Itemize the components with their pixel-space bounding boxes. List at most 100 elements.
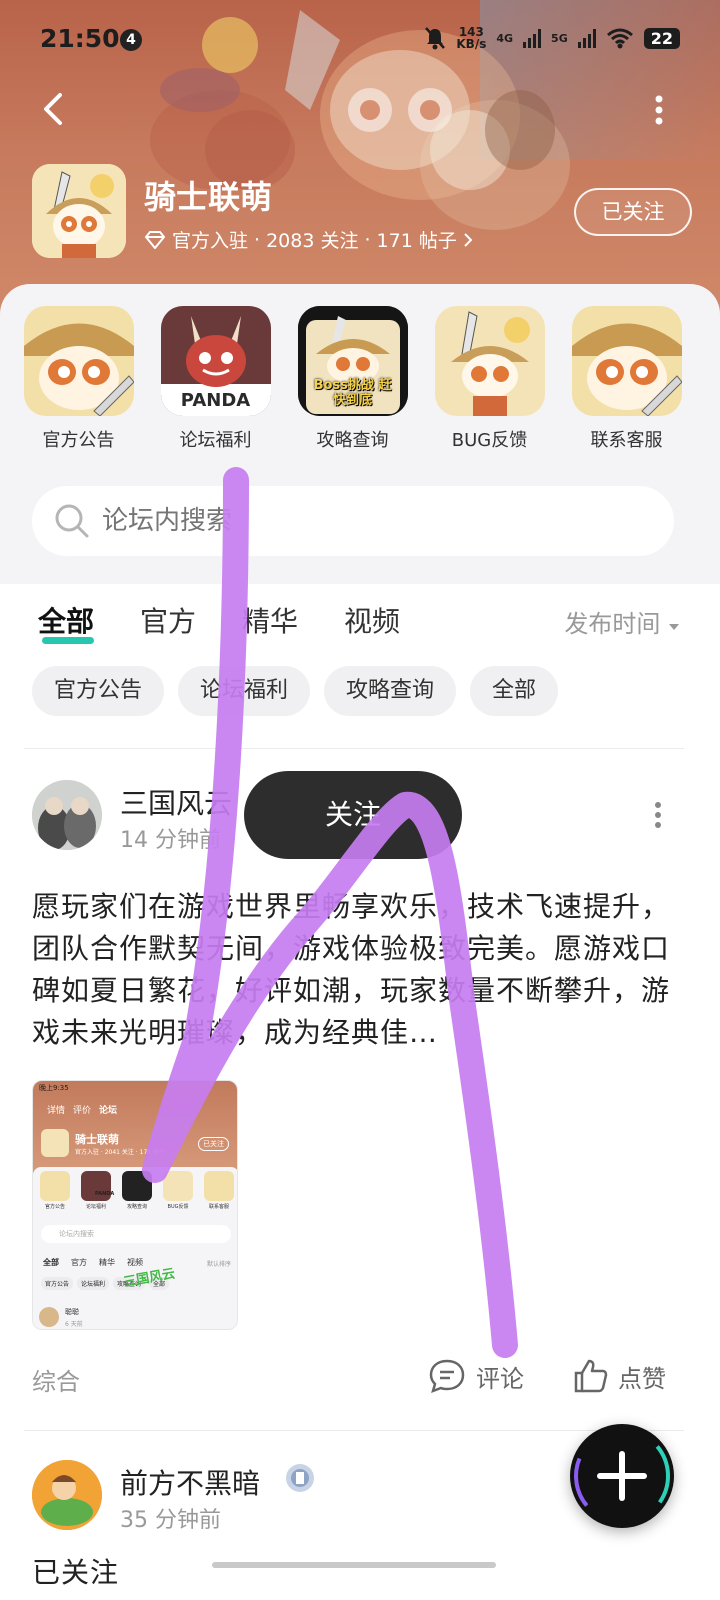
thumb-forum-name: 骑士联萌 bbox=[75, 1133, 119, 1146]
user-badge-icon bbox=[286, 1464, 314, 1492]
network-type-4g: 4G bbox=[496, 31, 514, 45]
divider bbox=[24, 748, 684, 749]
thumb-user: 聪聪 bbox=[65, 1308, 79, 1316]
post-more-icon[interactable] bbox=[654, 802, 662, 828]
chip-guide[interactable]: 攻略查询 bbox=[324, 666, 457, 716]
thumb-search: 论坛内搜索 bbox=[41, 1225, 231, 1243]
thumb-main-tab: 官方 bbox=[71, 1258, 87, 1267]
verified-label: 官方入驻 bbox=[172, 230, 249, 252]
shortcut-label: 攻略查询 bbox=[316, 430, 389, 451]
back-icon[interactable] bbox=[36, 92, 70, 126]
thumb-follow: 已关注 bbox=[198, 1137, 229, 1151]
welfare-icon: PANDA bbox=[160, 306, 271, 416]
shortcut-row: 官方公告 PANDA 论坛福利 Boss挑战 赶快到底 攻略查询 BUG反馈 联… bbox=[0, 306, 720, 456]
shortcut-label: BUG反馈 bbox=[451, 430, 528, 451]
thumb-status-time: 晚上9:35 bbox=[39, 1084, 69, 1092]
search-icon bbox=[55, 504, 89, 538]
avatar-image bbox=[32, 1460, 102, 1530]
thumb-shortcut-label: 官方公告 bbox=[44, 1204, 65, 1210]
network-speed: 143 KB/s bbox=[456, 26, 486, 50]
like-label: 点赞 bbox=[618, 1364, 666, 1393]
forum-logo bbox=[32, 164, 126, 258]
avatar[interactable] bbox=[32, 780, 102, 850]
post-category-tag[interactable]: 综合 bbox=[32, 1362, 80, 1397]
thumb-shortcut-label: BUG反馈 bbox=[167, 1204, 189, 1210]
post-body[interactable]: 愿玩家们在游戏世界里畅享欢乐，技术飞速提升，团队合作默契无间，游戏体验极致完美。… bbox=[32, 886, 672, 1054]
avatar[interactable] bbox=[32, 1460, 102, 1530]
like-button[interactable]: 点赞 bbox=[572, 1358, 666, 1394]
shortcut-announcement[interactable]: 官方公告 bbox=[10, 306, 147, 456]
active-tab-indicator bbox=[42, 637, 94, 644]
sort-label: 发布时间 bbox=[564, 610, 661, 638]
comment-button[interactable]: 评论 bbox=[428, 1358, 524, 1394]
customer-service-icon bbox=[571, 306, 682, 416]
meta-separator: · bbox=[254, 228, 261, 251]
category-chips: 官方公告 论坛福利 攻略查询 全部 bbox=[32, 666, 559, 716]
forum-title: 骑士联萌 bbox=[144, 178, 273, 216]
thumb-tab: 评价 bbox=[73, 1106, 92, 1116]
forum-search-box[interactable] bbox=[32, 486, 674, 556]
chip-announcement[interactable]: 官方公告 bbox=[32, 666, 165, 716]
thumb-shortcut-label: 联系客服 bbox=[208, 1204, 229, 1210]
thumb-tab: 详情 bbox=[47, 1106, 66, 1116]
chip-all[interactable]: 全部 bbox=[470, 666, 559, 716]
signal-icon bbox=[523, 28, 542, 48]
thumb-main-tabs: 全部 官方 精华 视频 bbox=[43, 1257, 143, 1268]
wifi-icon bbox=[606, 28, 633, 49]
more-options-icon[interactable] bbox=[654, 95, 664, 125]
search-input[interactable] bbox=[102, 486, 662, 556]
status-icons: 143 KB/s 4G 5G 22 bbox=[424, 26, 680, 50]
thumb-chip: 论坛福利 bbox=[77, 1277, 110, 1290]
battery-indicator: 22 bbox=[643, 27, 680, 49]
shortcut-label: 论坛福利 bbox=[179, 430, 252, 451]
speed-unit: KB/s bbox=[456, 37, 487, 51]
status-time: 21:50 bbox=[40, 24, 120, 53]
comment-icon bbox=[429, 1359, 465, 1394]
thumb-tab: 论坛 bbox=[99, 1106, 118, 1116]
home-indicator[interactable] bbox=[212, 1562, 496, 1568]
forum-header: 骑士联萌 官方入驻 · 2083 关注 · 171 帖子 已关注 bbox=[32, 164, 692, 260]
bug-feedback-icon bbox=[434, 306, 545, 416]
shortcut-customer-service[interactable]: 联系客服 bbox=[558, 306, 695, 456]
mute-icon bbox=[425, 27, 446, 50]
post-author[interactable]: 前方不黑暗 bbox=[120, 1462, 260, 1502]
plus-icon bbox=[574, 1428, 670, 1524]
network-type-5g: 5G bbox=[551, 31, 568, 45]
tab-official[interactable]: 官方 bbox=[140, 600, 196, 640]
post-author[interactable]: 三国风云 bbox=[120, 782, 232, 822]
tab-video[interactable]: 视频 bbox=[344, 600, 400, 640]
post-image[interactable]: 晚上9:35 详情 评价 论坛 骑士联萌 官方入驻 · 2041 关注 · 17… bbox=[32, 1080, 238, 1330]
shortcut-bug-feedback[interactable]: BUG反馈 bbox=[421, 306, 558, 456]
create-post-button[interactable] bbox=[570, 1424, 674, 1528]
thumb-shortcut-label: 攻略查询 bbox=[126, 1204, 147, 1210]
status-bar: 21:50 4 143 KB/s 4G 5G 22 bbox=[0, 0, 720, 80]
sort-dropdown[interactable]: 发布时间 bbox=[564, 604, 680, 639]
thumbs-up-icon bbox=[574, 1359, 608, 1393]
post-body[interactable]: 已关注 bbox=[32, 1552, 672, 1600]
follower-count: 2083 关注 bbox=[266, 230, 359, 252]
caret-down-icon bbox=[669, 624, 679, 630]
follow-toast-button[interactable]: 关注 bbox=[244, 771, 462, 859]
tab-featured[interactable]: 精华 bbox=[242, 600, 298, 640]
shortcut-welfare[interactable]: PANDA 论坛福利 bbox=[147, 306, 284, 456]
shortcut-guide[interactable]: Boss挑战 赶快到底 攻略查询 bbox=[284, 306, 421, 456]
chevron-right-icon bbox=[464, 232, 473, 247]
following-button[interactable]: 已关注 bbox=[574, 188, 692, 236]
thumb-shortcut-label: 论坛福利 bbox=[85, 1204, 106, 1210]
avatar-image bbox=[32, 780, 102, 850]
thumb-chip: 官方公告 bbox=[41, 1277, 74, 1290]
tab-all[interactable]: 全部 bbox=[38, 600, 94, 640]
forum-avatar[interactable] bbox=[32, 164, 126, 258]
post-time: 35 分钟前 bbox=[120, 1508, 221, 1533]
thumb-main-tab: 精华 bbox=[99, 1258, 115, 1267]
thumb-main-tab: 视频 bbox=[127, 1258, 143, 1267]
shortcut-label: 官方公告 bbox=[42, 430, 115, 451]
comment-label: 评论 bbox=[476, 1364, 524, 1393]
thumb-panda-text: PANDA bbox=[95, 1191, 115, 1197]
diamond-icon bbox=[144, 230, 166, 249]
forum-meta[interactable]: 官方入驻 · 2083 关注 · 171 帖子 bbox=[144, 226, 473, 253]
thumb-main-tab: 全部 bbox=[43, 1258, 59, 1267]
chip-welfare[interactable]: 论坛福利 bbox=[178, 666, 311, 716]
post-count: 171 帖子 bbox=[376, 230, 457, 252]
signal-icon bbox=[577, 28, 596, 48]
